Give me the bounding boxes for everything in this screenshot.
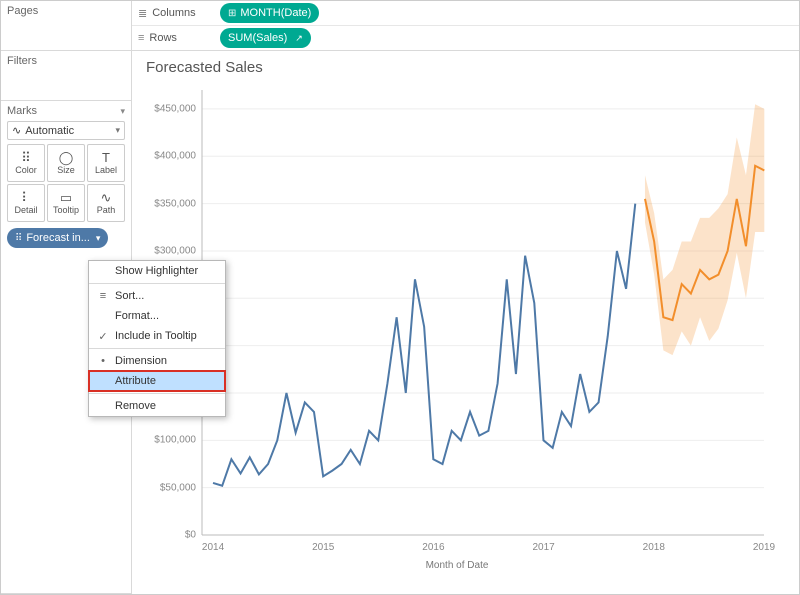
x-tick-label: 2017 — [532, 542, 554, 553]
columns-pill-month-date[interactable]: ⊞ MONTH(Date) — [220, 3, 319, 23]
x-tick-label: 2019 — [753, 542, 775, 553]
x-tick-label: 2014 — [202, 542, 224, 553]
chevron-down-icon: ▾ — [115, 125, 120, 136]
x-tick-label: 2016 — [422, 542, 444, 553]
x-tick-label: 2018 — [643, 542, 665, 553]
mark-label-button[interactable]: TLabel — [87, 144, 125, 182]
columns-icon: ≣ — [138, 7, 147, 20]
rows-shelf[interactable]: ≡ Rows SUM(Sales) ↗ — [132, 26, 799, 50]
columns-pill-label: MONTH(Date) — [240, 7, 311, 19]
marks-collapse-icon[interactable]: ▾ — [120, 106, 125, 117]
x-axis-title: Month of Date — [426, 560, 489, 571]
y-tick-label: $300,000 — [154, 245, 196, 256]
mark-path-button[interactable]: ∿Path — [87, 184, 125, 222]
chevron-down-icon: ▾ — [96, 233, 101, 244]
path-icon: ∿ — [101, 191, 112, 204]
rows-label: Rows — [149, 32, 177, 44]
menu-item-attribute[interactable]: Attribute — [89, 371, 225, 391]
viz-title[interactable]: Forecasted Sales — [146, 59, 789, 76]
color-icon: ⠿ — [21, 151, 31, 164]
menu-item-dimension[interactable]: •Dimension — [89, 351, 225, 371]
detail-icon: ⠇ — [21, 191, 31, 204]
menu-item-show-highlighter[interactable]: Show Highlighter — [89, 261, 225, 281]
mark-tooltip-button[interactable]: ▭Tooltip — [47, 184, 85, 222]
menu-item-remove[interactable]: Remove — [89, 396, 225, 416]
y-tick-label: $450,000 — [154, 103, 196, 114]
y-tick-label: $400,000 — [154, 151, 196, 162]
rows-pill-sum-sales[interactable]: SUM(Sales) ↗ — [220, 28, 311, 48]
pages-shelf[interactable]: Pages — [1, 1, 131, 51]
rows-pill-label: SUM(Sales) — [228, 32, 287, 44]
menu-item-format[interactable]: Format... — [89, 306, 225, 326]
forecast-indicator-pill[interactable]: ⠿ Forecast in... ▾ — [7, 228, 108, 248]
columns-label: Columns — [152, 7, 195, 19]
columns-shelf[interactable]: ≣ Columns ⊞ MONTH(Date) — [132, 1, 799, 26]
forecast-pill-label: Forecast in... — [26, 232, 90, 244]
mark-type-label: Automatic — [25, 125, 74, 137]
pages-label: Pages — [7, 5, 125, 17]
forecast-badge-icon: ↗ — [295, 33, 303, 44]
date-plus-icon: ⊞ — [228, 8, 236, 19]
mark-size-button[interactable]: ◯Size — [47, 144, 85, 182]
filters-label: Filters — [7, 55, 125, 67]
x-tick-label: 2015 — [312, 542, 334, 553]
menu-item-sort[interactable]: ≡Sort... — [89, 286, 225, 306]
y-tick-label: $50,000 — [160, 482, 196, 493]
rows-icon: ≡ — [138, 32, 144, 44]
y-tick-label: $0 — [185, 530, 196, 541]
mark-detail-button[interactable]: ⠇Detail — [7, 184, 45, 222]
automatic-line-icon: ∿ — [12, 124, 21, 137]
tooltip-icon: ▭ — [60, 191, 72, 204]
marks-label: Marks — [7, 105, 37, 117]
y-tick-label: $350,000 — [154, 198, 196, 209]
pill-context-menu: Show Highlighter ≡Sort...Format...✓Includ… — [88, 260, 226, 417]
menu-item-include-in-tooltip[interactable]: ✓Include in Tooltip — [89, 326, 225, 346]
size-icon: ◯ — [59, 151, 74, 164]
forecast-line-chart[interactable]: $0$50,000$100,000$150,000$200,000$250,00… — [142, 80, 772, 570]
label-icon: T — [102, 151, 110, 164]
y-tick-label: $100,000 — [154, 435, 196, 446]
mark-type-dropdown[interactable]: ∿ Automatic ▾ — [7, 121, 125, 140]
mark-color-button[interactable]: ⠿Color — [7, 144, 45, 182]
filters-shelf[interactable]: Filters — [1, 51, 131, 101]
color-legend-icon: ⠿ — [15, 233, 22, 244]
